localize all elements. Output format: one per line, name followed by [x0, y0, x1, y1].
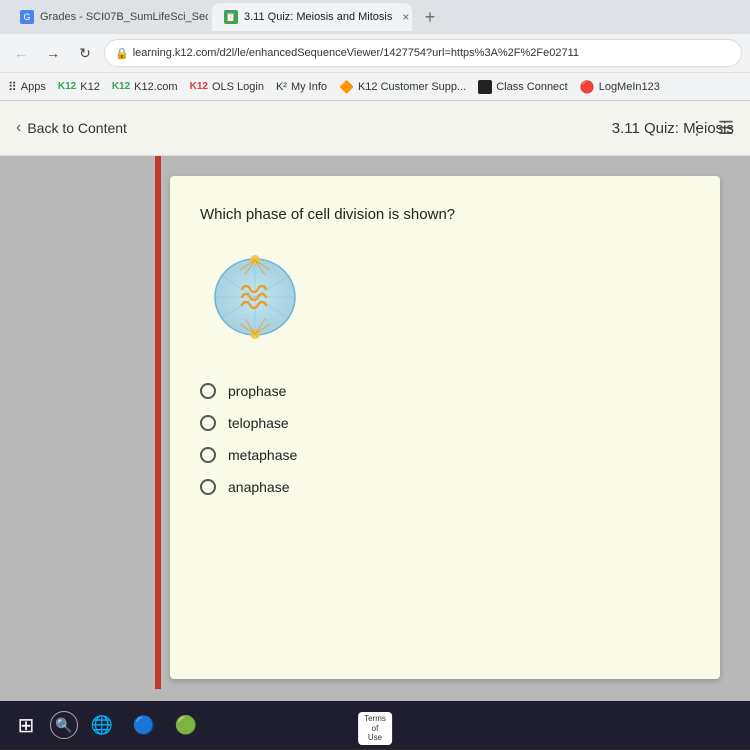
- bookmark-ols-label: OLS Login: [212, 81, 264, 93]
- bookmark-k12supp-label: K12 Customer Supp...: [358, 81, 466, 93]
- logmein-icon: 🔴: [580, 80, 595, 94]
- bookmark-k12supp[interactable]: 🔶 K12 Customer Supp...: [339, 80, 466, 94]
- radio-prophase[interactable]: [200, 383, 216, 399]
- apps-icon: ⠿: [8, 80, 17, 94]
- taskbar-edge-icon[interactable]: 🔵: [126, 707, 162, 743]
- tab-grades-label: Grades - SCI07B_SumLifeSci_Sec...: [40, 11, 208, 23]
- question-text: Which phase of cell division is shown?: [200, 206, 690, 223]
- bookmark-logmein-label: LogMeIn123: [599, 81, 660, 93]
- lock-icon: 🔒: [115, 47, 129, 60]
- back-to-content-button[interactable]: ‹ Back to Content: [16, 119, 127, 137]
- bookmark-apps[interactable]: ⠿ Apps: [8, 80, 46, 94]
- address-bar-row: ← → ↻ 🔒 learning.k12.com/d2l/le/enhanced…: [0, 34, 750, 72]
- taskbar-search-button[interactable]: 🔍: [50, 711, 78, 739]
- quiz-title-text: 3.11 Quiz: Meiosis: [612, 120, 734, 137]
- option-prophase[interactable]: prophase: [200, 383, 690, 399]
- bookmark-myinfo-label: My Info: [291, 81, 327, 93]
- tab-quiz[interactable]: 📋 3.11 Quiz: Meiosis and Mitosis ×: [212, 3, 412, 31]
- quiz-title-header: 3.11 Quiz: Meiosis: [612, 101, 750, 156]
- k12com-icon: K12: [112, 81, 130, 92]
- option-prophase-label: prophase: [228, 383, 286, 399]
- cell-image: [200, 245, 310, 355]
- option-metaphase-label: metaphase: [228, 447, 297, 463]
- forward-nav-button[interactable]: →: [40, 40, 66, 66]
- taskbar: ⊞ 🔍 🌐 🔵 🟢 TermsofUse: [0, 701, 750, 749]
- bookmark-k12com[interactable]: K12 K12.com: [112, 81, 178, 93]
- chevron-left-icon: ‹: [16, 119, 21, 137]
- bookmark-k12-label: K12: [80, 81, 100, 93]
- k12supp-icon: 🔶: [339, 80, 354, 94]
- new-tab-button[interactable]: +: [416, 3, 444, 31]
- bookmark-k12[interactable]: K12 K12: [58, 81, 100, 93]
- classconnect-icon: [478, 80, 492, 94]
- terms-of-use-badge[interactable]: TermsofUse: [358, 712, 392, 745]
- bookmark-myinfo[interactable]: K² My Info: [276, 81, 327, 93]
- option-anaphase[interactable]: anaphase: [200, 479, 690, 495]
- options-list: prophase telophase metaphase anaphase: [200, 383, 690, 495]
- back-nav-button[interactable]: ←: [8, 40, 34, 66]
- radio-telophase[interactable]: [200, 415, 216, 431]
- page-content: ‹ Back to Content ⋮ ☰ 3.11 Quiz: Meiosis…: [0, 101, 750, 749]
- tab-grades[interactable]: G Grades - SCI07B_SumLifeSci_Sec... ×: [8, 3, 208, 31]
- myinfo-icon: K²: [276, 81, 287, 93]
- windows-start-button[interactable]: ⊞: [8, 707, 44, 743]
- radio-anaphase[interactable]: [200, 479, 216, 495]
- page-toolbar: ‹ Back to Content ⋮ ☰ 3.11 Quiz: Meiosis: [0, 101, 750, 156]
- address-text: learning.k12.com/d2l/le/enhancedSequence…: [133, 47, 579, 59]
- tab-quiz-close[interactable]: ×: [402, 10, 409, 24]
- ols-icon: K12: [190, 81, 208, 92]
- quiz-card: Which phase of cell division is shown?: [170, 176, 720, 679]
- option-metaphase[interactable]: metaphase: [200, 447, 690, 463]
- bookmark-classconnect[interactable]: Class Connect: [478, 80, 568, 94]
- bookmark-k12com-label: K12.com: [134, 81, 177, 93]
- back-to-content-label: Back to Content: [27, 120, 127, 136]
- radio-metaphase[interactable]: [200, 447, 216, 463]
- tab-quiz-label: 3.11 Quiz: Meiosis and Mitosis: [244, 11, 392, 23]
- option-telophase[interactable]: telophase: [200, 415, 690, 431]
- bookmark-logmein[interactable]: 🔴 LogMeIn123: [580, 80, 660, 94]
- reload-button[interactable]: ↻: [72, 40, 98, 66]
- address-bar[interactable]: 🔒 learning.k12.com/d2l/le/enhancedSequen…: [104, 39, 742, 67]
- bookmarks-bar: ⠿ Apps K12 K12 K12 K12.com K12 OLS Login…: [0, 72, 750, 100]
- taskbar-chrome-icon[interactable]: 🟢: [168, 707, 204, 743]
- option-telophase-label: telophase: [228, 415, 289, 431]
- cell-division-image: [200, 245, 310, 355]
- left-accent-bar: [155, 101, 161, 689]
- bookmark-classconnect-label: Class Connect: [496, 81, 568, 93]
- taskbar-browser-icon[interactable]: 🌐: [84, 707, 120, 743]
- tab-bar: G Grades - SCI07B_SumLifeSci_Sec... × 📋 …: [0, 0, 750, 34]
- option-anaphase-label: anaphase: [228, 479, 290, 495]
- bookmark-apps-label: Apps: [21, 81, 46, 93]
- bookmark-ols[interactable]: K12 OLS Login: [190, 81, 264, 93]
- browser-chrome: G Grades - SCI07B_SumLifeSci_Sec... × 📋 …: [0, 0, 750, 101]
- k12-icon: K12: [58, 81, 76, 92]
- terms-text: TermsofUse: [364, 714, 386, 742]
